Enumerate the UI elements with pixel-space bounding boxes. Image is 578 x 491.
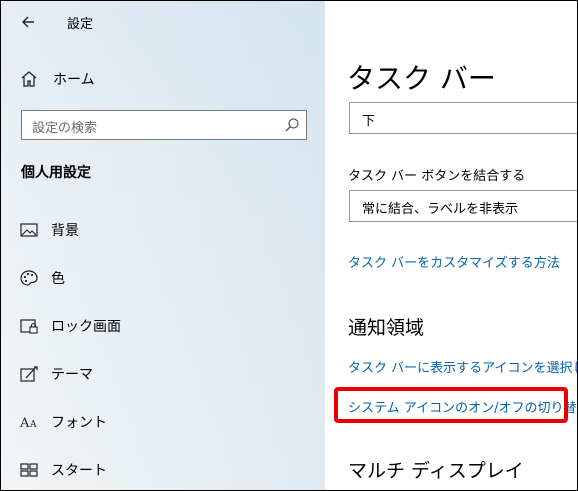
- multi-display-heading: マルチ ディスプレイ: [348, 460, 524, 482]
- lock-screen-icon: [19, 316, 39, 336]
- sidebar: 設定 ホーム 設定の検索 個人用設定 背景 色 ロック画面 テーマ A A フォ…: [1, 1, 325, 490]
- svg-text:A: A: [29, 420, 37, 430]
- notification-area-heading: 通知領域: [348, 317, 425, 339]
- sidebar-item-label: スタート: [51, 463, 107, 479]
- dropdown-value: 常に結合、ラベルを非表示: [362, 202, 519, 217]
- customize-taskbar-link[interactable]: タスク バーをカスタマイズする方法: [348, 252, 560, 271]
- sidebar-item-label: ロック画面: [51, 319, 121, 335]
- select-taskbar-icons-link[interactable]: タスク バーに表示するアイコンを選択します: [348, 357, 577, 376]
- picture-icon: [19, 220, 39, 240]
- page-title: タスク バー: [347, 62, 496, 95]
- svg-text:A: A: [19, 416, 30, 431]
- dropdown-value: 下: [362, 114, 376, 129]
- search-placeholder: 設定の検索: [32, 121, 98, 136]
- sidebar-item-start[interactable]: スタート: [19, 458, 107, 482]
- search-icon: [284, 117, 300, 133]
- taskbar-position-dropdown[interactable]: 下: [349, 102, 577, 134]
- sidebar-item-label: 背景: [51, 223, 79, 239]
- back-arrow-icon[interactable]: [19, 11, 41, 33]
- font-icon: A A: [19, 412, 39, 432]
- sidebar-item-theme[interactable]: テーマ: [19, 362, 93, 386]
- sidebar-item-label: テーマ: [51, 367, 93, 383]
- theme-icon: [19, 364, 39, 384]
- settings-window: 設定 ホーム 設定の検索 個人用設定 背景 色 ロック画面 テーマ A A フォ…: [0, 0, 578, 491]
- palette-icon: [19, 268, 39, 288]
- sidebar-item-color[interactable]: 色: [19, 266, 65, 290]
- home-icon: [19, 69, 39, 89]
- combine-buttons-dropdown[interactable]: 常に結合、ラベルを非表示: [349, 190, 577, 222]
- sidebar-item-label: 色: [51, 271, 65, 287]
- sidebar-item-lock-screen[interactable]: ロック画面: [19, 314, 121, 338]
- sidebar-item-label: ホーム: [53, 72, 95, 88]
- search-input[interactable]: 設定の検索: [21, 110, 307, 140]
- sidebar-item-label: フォント: [51, 415, 107, 431]
- sidebar-item-font[interactable]: A A フォント: [19, 410, 107, 434]
- app-title: 設定: [67, 17, 94, 32]
- start-icon: [19, 460, 39, 480]
- system-icons-toggle-link[interactable]: システム アイコンのオン/オフの切り替え: [348, 397, 577, 416]
- section-title: 個人用設定: [21, 165, 91, 181]
- sidebar-item-home[interactable]: ホーム: [19, 67, 95, 91]
- combine-buttons-label: タスク バー ボタンを結合する: [348, 169, 526, 184]
- sidebar-item-background[interactable]: 背景: [19, 218, 79, 242]
